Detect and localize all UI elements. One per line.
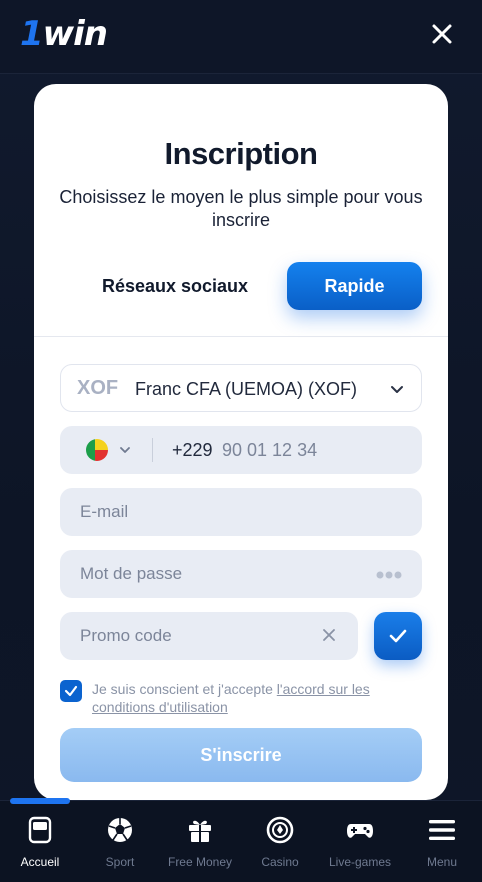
separator — [152, 438, 153, 462]
chevron-down-icon[interactable] — [118, 443, 132, 457]
close-button[interactable] — [428, 20, 456, 48]
gift-icon — [189, 820, 211, 842]
soccer-ball-icon — [108, 818, 132, 842]
nav-label: Accueil — [20, 855, 60, 869]
clear-icon[interactable] — [322, 628, 336, 642]
nav-item-home[interactable]: Accueil — [0, 815, 80, 875]
brand-logo[interactable]: 1win — [20, 14, 108, 54]
gamepad-icon — [347, 824, 373, 838]
promo-apply-button[interactable] — [374, 612, 422, 660]
nav-label: Menu — [426, 855, 458, 869]
checkmark-icon — [64, 685, 78, 697]
email-placeholder: E-mail — [80, 502, 129, 521]
phone-input[interactable]: 90 01 12 34 — [222, 440, 317, 461]
nav-item-live-games[interactable]: Live-games — [320, 815, 400, 875]
email-field[interactable]: E-mail — [60, 488, 422, 536]
nav-item-menu[interactable]: Menu — [402, 815, 482, 875]
currency-name: Franc CFA (UEMOA) (XOF) — [135, 379, 358, 399]
nav-item-casino[interactable]: Casino — [240, 815, 320, 875]
register-button[interactable]: S'inscrire — [60, 728, 422, 782]
active-tab-indicator — [10, 798, 70, 804]
password-placeholder: Mot de passe — [80, 564, 183, 583]
hamburger-menu-icon — [429, 820, 455, 840]
tab-social-networks[interactable]: Réseaux sociaux — [86, 262, 264, 310]
home-icon — [28, 816, 52, 844]
promo-placeholder: Promo code — [80, 626, 172, 645]
nav-label: Live-games — [328, 855, 392, 869]
phone-field[interactable]: +229 90 01 12 34 — [60, 426, 422, 474]
close-icon — [432, 24, 452, 44]
checkmark-icon — [389, 629, 407, 643]
bottom-navigation: Accueil Sport Free Money Casino Live-gam… — [0, 798, 482, 882]
terms-text: Je suis conscient et j'accepte l'accord … — [92, 680, 422, 716]
benin-flag-icon[interactable] — [86, 439, 108, 461]
chevron-down-icon — [391, 386, 403, 393]
nav-item-sport[interactable]: Sport — [80, 815, 160, 875]
modal-title: Inscription — [164, 136, 318, 171]
top-header: 1win — [0, 0, 482, 74]
nav-item-free-money[interactable]: Free Money — [160, 815, 240, 875]
phone-prefix: +229 — [172, 440, 213, 460]
casino-chip-icon — [266, 816, 294, 844]
terms-checkbox[interactable] — [60, 680, 82, 702]
nav-label: Sport — [105, 855, 135, 869]
nav-label: Free Money — [167, 855, 233, 869]
currency-code: XOF — [77, 377, 119, 399]
nav-label: Casino — [261, 855, 299, 869]
registration-modal: Inscription Choisissez le moyen le plus … — [34, 84, 448, 800]
tab-quick[interactable]: Rapide — [287, 262, 422, 310]
currency-select[interactable]: XOF Franc CFA (UEMOA) (XOF) — [60, 364, 422, 412]
promo-code-field[interactable]: Promo code — [60, 612, 358, 660]
password-field[interactable]: Mot de passe — [60, 550, 422, 598]
show-password-icon[interactable] — [376, 570, 402, 580]
terms-text-before: Je suis conscient et j'accepte — [92, 681, 277, 697]
modal-subtitle: Choisissez le moyen le plus simple pour … — [59, 187, 423, 230]
divider — [34, 336, 448, 337]
